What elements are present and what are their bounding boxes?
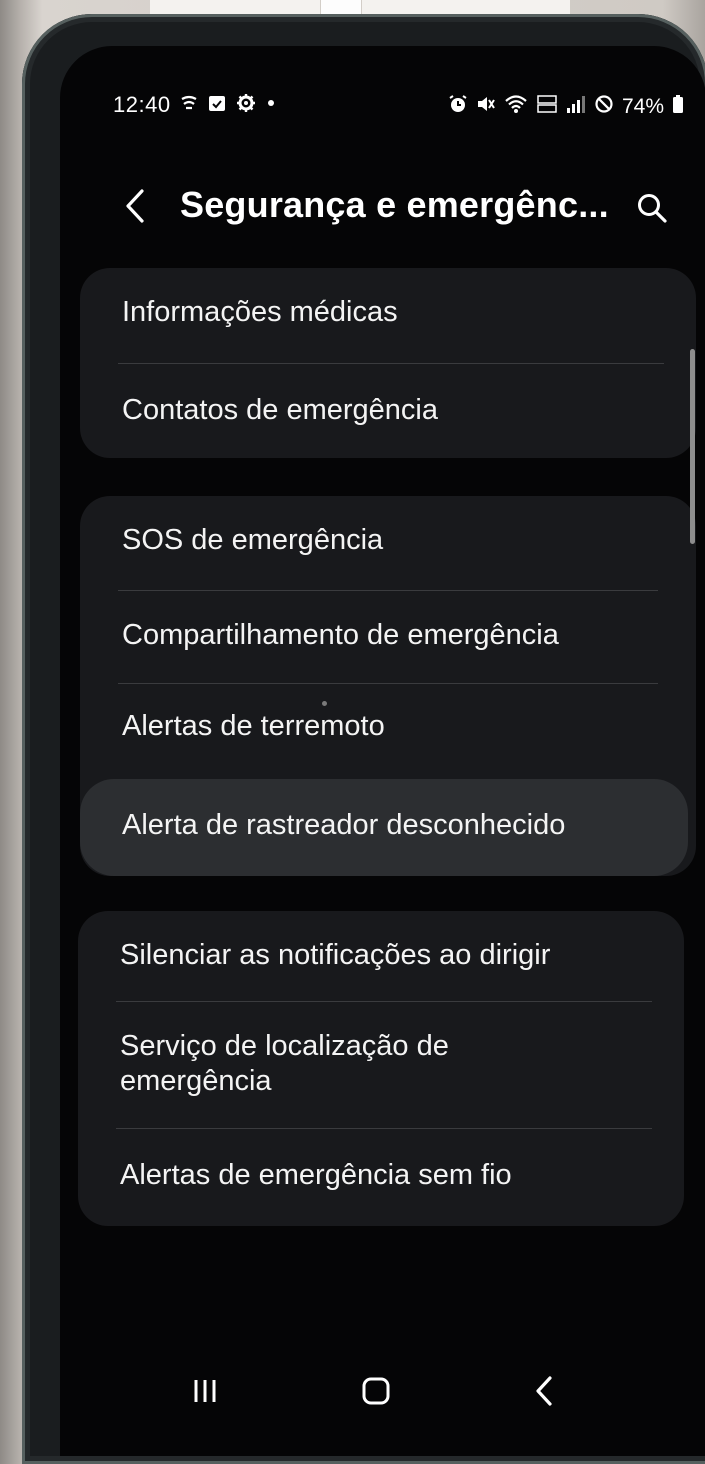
list-item-alertas-sem-fio[interactable]: Alertas de emergência sem fio	[78, 1129, 684, 1226]
dot-icon	[266, 98, 276, 108]
mute-icon	[476, 94, 496, 119]
settings-group-misc: Silenciar as notificações ao dirigir Ser…	[78, 911, 684, 1226]
recents-button[interactable]	[175, 1366, 235, 1416]
list-item-contatos-de-emergencia[interactable]: Contatos de emergência	[80, 364, 696, 458]
chevron-left-icon	[126, 189, 144, 223]
navigation-bar	[60, 1346, 705, 1426]
list-item-label: SOS de emergência	[122, 524, 384, 556]
settings-group-medical: Informações médicas Contatos de emergênc…	[80, 268, 696, 458]
list-item-label: Silenciar as notificações ao dirigir	[120, 939, 551, 971]
list-item-label: Serviço de localização de	[120, 1030, 449, 1062]
battery-icon	[672, 94, 684, 119]
list-item-compartilhamento-de-emergencia[interactable]: Compartilhamento de emergência	[80, 591, 696, 683]
nav-back-button[interactable]	[514, 1366, 574, 1416]
search-button[interactable]	[632, 188, 672, 228]
touch-dot	[322, 701, 327, 706]
back-icon	[536, 1376, 552, 1406]
settings-icon	[236, 93, 256, 113]
list-item-label: Alertas de terremoto	[122, 710, 385, 742]
home-button[interactable]	[346, 1366, 406, 1416]
phone-frame: 12:40 74% Segurança e emergênc... Inform…	[22, 14, 705, 1464]
list-item-alertas-de-terremoto[interactable]: Alertas de terremoto	[80, 684, 696, 776]
page-title: Segurança e emergênc...	[180, 184, 609, 225]
list-item-sos-de-emergencia[interactable]: SOS de emergência	[80, 496, 696, 590]
phone-screen: 12:40 74% Segurança e emergênc... Inform…	[60, 46, 705, 1456]
volte-icon	[536, 94, 558, 119]
list-item-silenciar-notificacoes[interactable]: Silenciar as notificações ao dirigir	[78, 911, 684, 1001]
calendar-icon	[208, 94, 226, 112]
list-item-label: Alertas de emergência sem fio	[120, 1159, 512, 1191]
list-item-informacoes-medicas[interactable]: Informações médicas	[80, 268, 696, 363]
list-item-servico-de-localizacao[interactable]: Serviço de localização de emergência	[78, 1002, 684, 1128]
signal-icon	[566, 94, 586, 119]
home-icon	[362, 1377, 390, 1405]
list-item-alerta-de-rastreador-desconhecido[interactable]: Alerta de rastreador desconhecido	[80, 779, 696, 876]
scrollbar[interactable]	[690, 349, 695, 544]
search-icon	[638, 194, 667, 223]
notification-icon	[180, 94, 198, 112]
list-item-label: Informações médicas	[122, 296, 398, 328]
recents-icon	[194, 1380, 216, 1402]
battery-percent: 74%	[621, 94, 664, 118]
settings-group-emergency: SOS de emergência Compartilhamento de em…	[80, 496, 696, 876]
back-button[interactable]	[120, 186, 150, 226]
wifi-icon	[504, 94, 528, 119]
list-item-label: Alerta de rastreador desconhecido	[122, 809, 566, 841]
list-item-label: Contatos de emergência	[122, 394, 438, 426]
app-header: Segurança e emergênc...	[60, 174, 705, 244]
status-left-icons	[180, 93, 276, 113]
list-item-label: Compartilhamento de emergência	[122, 619, 559, 651]
list-item-label-line2: emergência	[120, 1065, 272, 1097]
status-right-icons: 74%	[448, 94, 684, 119]
status-bar: 12:40 74%	[60, 46, 705, 119]
blocked-icon	[594, 94, 614, 119]
status-time: 12:40	[113, 92, 171, 117]
alarm-icon	[448, 94, 468, 119]
